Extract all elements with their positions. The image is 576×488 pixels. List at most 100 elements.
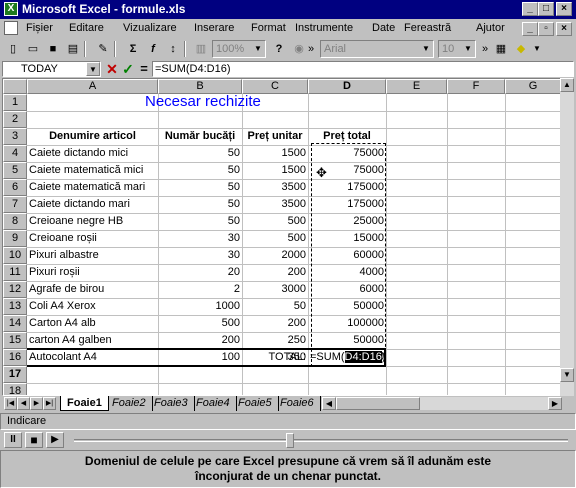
function-icon[interactable]: f — [144, 40, 162, 58]
item-unit-price[interactable]: 250 — [242, 332, 308, 349]
item-name[interactable]: Caiete matematică mici — [27, 162, 158, 179]
scroll-thumb[interactable] — [336, 397, 420, 410]
excel-app-icon[interactable]: X — [4, 2, 18, 16]
doc-restore-button[interactable]: ▫ — [538, 22, 554, 36]
column-header-c[interactable]: C — [242, 79, 308, 94]
item-name[interactable]: Carton A4 alb — [27, 315, 158, 332]
item-unit-price[interactable]: 3500 — [242, 196, 308, 213]
row-header[interactable]: 18 — [3, 383, 27, 395]
new-icon[interactable]: ▯ — [4, 40, 22, 58]
doc-minimize-button[interactable]: _ — [522, 22, 538, 36]
autosum-icon[interactable]: Σ — [124, 40, 142, 58]
item-quantity[interactable]: 30 — [158, 247, 242, 264]
row-header[interactable]: 15 — [3, 332, 27, 349]
item-unit-price[interactable]: 50 — [242, 298, 308, 315]
row-header[interactable]: 1 — [3, 94, 27, 111]
scroll-left-icon[interactable]: ◀ — [322, 397, 336, 410]
row-header[interactable]: 8 — [3, 213, 27, 230]
item-unit-price[interactable]: 200 — [242, 264, 308, 281]
open-icon[interactable]: ▭ — [24, 40, 42, 58]
row-header[interactable]: 13 — [3, 298, 27, 315]
menu-inserare[interactable]: Inserare — [194, 22, 234, 34]
item-unit-price[interactable]: 1500 — [242, 162, 308, 179]
chevron-down-icon[interactable]: ▼ — [86, 62, 100, 76]
help-icon[interactable]: ? — [270, 40, 288, 58]
row-header[interactable]: 7 — [3, 196, 27, 213]
spreadsheet-grid[interactable]: A B C D E F G 1 2 3 4 5 6 7 8 9 10 11 12… — [2, 78, 574, 396]
sort-icon[interactable]: ↕ — [164, 40, 182, 58]
format-painter-icon[interactable]: ✎ — [94, 40, 112, 58]
item-name[interactable]: Creioane roșii — [27, 230, 158, 247]
minimize-button[interactable]: _ — [522, 2, 538, 16]
menu-editare[interactable]: Editare — [69, 22, 104, 34]
menu-format[interactable]: Format — [251, 22, 286, 34]
more-buttons-icon[interactable]: » — [306, 40, 316, 58]
item-unit-price[interactable]: 3500 — [242, 179, 308, 196]
menu-date[interactable]: Date — [372, 22, 395, 34]
row-header[interactable]: 2 — [3, 111, 27, 128]
item-unit-price[interactable]: 200 — [242, 315, 308, 332]
tab-foaie1[interactable]: Foaie1 — [60, 396, 109, 411]
tab-foaie5[interactable]: Foaie5 — [232, 396, 279, 411]
tab-foaie3[interactable]: Foaie3 — [148, 396, 195, 411]
item-quantity[interactable]: 200 — [158, 332, 242, 349]
cancel-icon[interactable]: ✕ — [104, 61, 120, 77]
row-header[interactable]: 3 — [3, 128, 27, 145]
item-name[interactable]: Creioane negre HB — [27, 213, 158, 230]
close-button[interactable]: × — [556, 2, 572, 16]
item-quantity[interactable]: 50 — [158, 196, 242, 213]
progress-slider[interactable] — [286, 433, 294, 448]
row-header[interactable]: 14 — [3, 315, 27, 332]
equals-icon[interactable]: = — [136, 61, 152, 77]
menu-ajutor[interactable]: Ajutor — [476, 22, 505, 34]
row-header[interactable]: 16 — [3, 349, 27, 366]
play-icon[interactable]: ▶ — [46, 432, 64, 448]
scroll-down-icon[interactable]: ▼ — [560, 368, 574, 382]
scroll-up-icon[interactable]: ▲ — [560, 78, 574, 92]
item-quantity[interactable]: 50 — [158, 213, 242, 230]
item-quantity[interactable]: 500 — [158, 315, 242, 332]
tab-foaie6[interactable]: Foaie6 — [274, 396, 321, 411]
item-unit-price[interactable]: 3000 — [242, 281, 308, 298]
row-header[interactable]: 9 — [3, 230, 27, 247]
progress-track[interactable] — [74, 439, 568, 442]
item-name[interactable]: Coli A4 Xerox — [27, 298, 158, 315]
row-header[interactable]: 11 — [3, 264, 27, 281]
menu-fisier[interactable]: Fișier — [26, 22, 53, 34]
item-name[interactable]: Caiete dictando mari — [27, 196, 158, 213]
item-quantity[interactable]: 1000 — [158, 298, 242, 315]
item-quantity[interactable]: 50 — [158, 162, 242, 179]
column-header-b[interactable]: B — [158, 79, 242, 94]
font-select[interactable]: Arial ▼ — [320, 40, 434, 58]
tab-foaie2[interactable]: Foaie2 — [106, 396, 153, 411]
column-header-a[interactable]: A — [27, 79, 158, 94]
menu-instrumente[interactable]: Instrumente — [295, 22, 353, 34]
row-header[interactable]: 6 — [3, 179, 27, 196]
first-sheet-icon[interactable]: |◀ — [4, 397, 17, 410]
column-header-g[interactable]: G — [505, 79, 561, 94]
item-unit-price[interactable]: 2000 — [242, 247, 308, 264]
item-quantity[interactable]: 30 — [158, 230, 242, 247]
item-unit-price[interactable]: 1500 — [242, 145, 308, 162]
maximize-button[interactable]: □ — [538, 2, 554, 16]
row-header[interactable]: 12 — [3, 281, 27, 298]
select-all-corner[interactable] — [3, 79, 27, 94]
item-name[interactable]: Caiete dictando mici — [27, 145, 158, 162]
item-name[interactable]: Pixuri albastre — [27, 247, 158, 264]
item-name[interactable]: Agrafe de birou — [27, 281, 158, 298]
item-quantity[interactable]: 20 — [158, 264, 242, 281]
column-header-e[interactable]: E — [386, 79, 447, 94]
formula-input[interactable]: =SUM(D4:D16) — [152, 61, 574, 77]
chart-wizard-icon[interactable]: ▥ — [192, 40, 210, 58]
horizontal-scrollbar[interactable]: ◀ ▶ — [322, 397, 562, 410]
enter-icon[interactable]: ✓ — [120, 61, 136, 77]
document-icon[interactable] — [4, 21, 18, 35]
zoom-select[interactable]: 100% ▼ — [212, 40, 266, 58]
doc-close-button[interactable]: × — [556, 22, 572, 36]
total-formula-cell[interactable]: =SUM(D4:D16) — [308, 349, 386, 366]
item-quantity[interactable]: 50 — [158, 145, 242, 162]
item-name[interactable]: Pixuri roșii — [27, 264, 158, 281]
row-header[interactable]: 5 — [3, 162, 27, 179]
borders-icon[interactable]: ▦ — [492, 40, 510, 58]
pause-icon[interactable]: II — [4, 432, 22, 448]
